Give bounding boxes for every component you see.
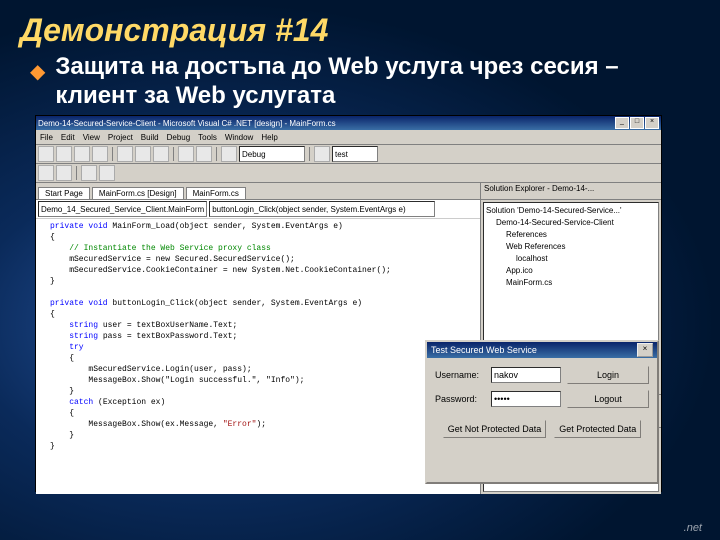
logout-button[interactable]: Logout <box>567 390 649 408</box>
tree-references[interactable]: References <box>486 229 656 241</box>
find-combo[interactable]: test <box>332 146 378 162</box>
tab-design[interactable]: MainForm.cs [Design] <box>92 187 184 199</box>
login-button[interactable]: Login <box>567 366 649 384</box>
footer-watermark: .net <box>684 522 702 534</box>
tab-start[interactable]: Start Page <box>38 187 90 199</box>
menu-view[interactable]: View <box>83 133 100 142</box>
vs-toolbar-2 <box>36 164 661 183</box>
config-combo[interactable]: Debug <box>239 146 305 162</box>
menu-help[interactable]: Help <box>261 133 277 142</box>
method-combo[interactable]: buttonLogin_Click(object sender, System.… <box>209 201 435 217</box>
close-button[interactable]: × <box>645 117 659 129</box>
redo-icon[interactable] <box>196 146 212 162</box>
save-icon[interactable] <box>74 146 90 162</box>
save-all-icon[interactable] <box>92 146 108 162</box>
username-label: Username: <box>435 370 485 380</box>
menu-build[interactable]: Build <box>141 133 159 142</box>
step-icon[interactable] <box>99 165 115 181</box>
tree-mainform[interactable]: MainForm.cs <box>486 277 656 289</box>
new-project-icon[interactable] <box>38 146 54 162</box>
editor-tabs: Start Page MainForm.cs [Design] MainForm… <box>36 183 480 200</box>
menu-file[interactable]: File <box>40 133 53 142</box>
start-icon[interactable] <box>221 146 237 162</box>
slide-subtitle: Защита на достъпа до Web услуга чрез сес… <box>55 53 690 111</box>
test-dialog: Test Secured Web Service × Username: Log… <box>425 340 659 484</box>
menu-tools[interactable]: Tools <box>198 133 217 142</box>
find-icon[interactable] <box>314 146 330 162</box>
tree-solution[interactable]: Solution 'Demo-14-Secured-Service...' <box>486 205 656 217</box>
breakpoint-icon[interactable] <box>81 165 97 181</box>
class-combo[interactable]: Demo_14_Secured_Service_Client.MainForm <box>38 201 207 217</box>
tab-mainform[interactable]: MainForm.cs <box>186 187 246 199</box>
tree-localhost[interactable]: localhost <box>486 253 656 265</box>
dialog-close-icon[interactable]: × <box>637 343 653 357</box>
bullet-icon: ◆ <box>30 59 45 84</box>
menu-window[interactable]: Window <box>225 133 253 142</box>
menu-edit[interactable]: Edit <box>61 133 75 142</box>
minimize-button[interactable]: _ <box>615 117 629 129</box>
vs-toolbar-1: Debug test <box>36 145 661 164</box>
vs-menubar: File Edit View Project Build Debug Tools… <box>36 130 661 145</box>
password-input[interactable] <box>491 391 561 407</box>
solution-explorer-title: Solution Explorer - Demo-14-... <box>481 183 661 200</box>
password-label: Password: <box>435 394 485 404</box>
tree-appicon[interactable]: App.ico <box>486 265 656 277</box>
vs-title-text: Demo-14-Secured-Service-Client - Microso… <box>38 119 336 128</box>
dialog-titlebar: Test Secured Web Service × <box>427 342 657 358</box>
dialog-title: Test Secured Web Service <box>431 345 537 355</box>
open-icon[interactable] <box>56 146 72 162</box>
paste-icon[interactable] <box>153 146 169 162</box>
cut-icon[interactable] <box>117 146 133 162</box>
get-protected-button[interactable]: Get Protected Data <box>554 420 641 438</box>
copy-icon[interactable] <box>135 146 151 162</box>
menu-debug[interactable]: Debug <box>167 133 191 142</box>
vs-titlebar: Demo-14-Secured-Service-Client - Microso… <box>36 116 661 130</box>
tree-project[interactable]: Demo-14-Secured-Service-Client <box>486 217 656 229</box>
slide-title: Демонстрация #14 <box>0 0 720 53</box>
class-view-icon[interactable] <box>56 165 72 181</box>
maximize-button[interactable]: □ <box>630 117 644 129</box>
tree-webref[interactable]: Web References <box>486 241 656 253</box>
toolbox-icon[interactable] <box>38 165 54 181</box>
get-unprotected-button[interactable]: Get Not Protected Data <box>443 420 547 438</box>
username-input[interactable] <box>491 367 561 383</box>
menu-project[interactable]: Project <box>108 133 133 142</box>
code-editor[interactable]: private void MainForm_Load(object sender… <box>36 219 480 494</box>
undo-icon[interactable] <box>178 146 194 162</box>
